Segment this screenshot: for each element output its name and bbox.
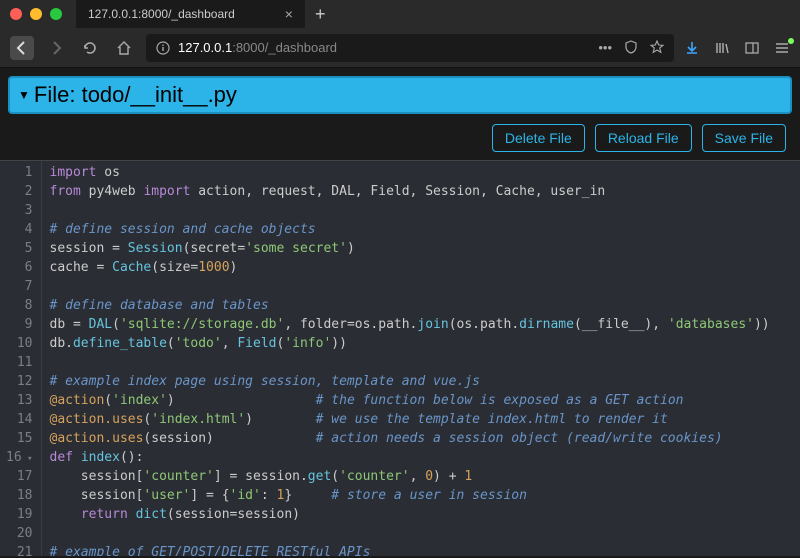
code-line[interactable]: def index(): <box>50 448 793 467</box>
line-number: 12 <box>6 372 33 391</box>
file-header-label: File: todo/__init__.py <box>34 82 237 108</box>
shield-icon[interactable] <box>624 40 638 55</box>
menu-badge <box>788 38 794 44</box>
file-header[interactable]: ▼ File: todo/__init__.py <box>8 76 792 114</box>
minimize-window-button[interactable] <box>30 8 42 20</box>
code-line[interactable]: from py4web import action, request, DAL,… <box>50 182 793 201</box>
line-number: 4 <box>6 220 33 239</box>
line-number: 1 <box>6 163 33 182</box>
window-controls <box>10 8 62 20</box>
line-number: 7 <box>6 277 33 296</box>
code-line[interactable]: @action.uses(session) # action needs a s… <box>50 429 793 448</box>
maximize-window-button[interactable] <box>50 8 62 20</box>
code-area[interactable]: import osfrom py4web import action, requ… <box>42 161 800 556</box>
line-number: 17 <box>6 467 33 486</box>
menu-icon[interactable] <box>774 40 790 56</box>
url-host: 127.0.0.1 <box>178 40 232 55</box>
back-button[interactable] <box>10 36 34 60</box>
code-line[interactable]: db = DAL('sqlite://storage.db', folder=o… <box>50 315 793 334</box>
code-line[interactable]: session['counter'] = session.get('counte… <box>50 467 793 486</box>
star-icon[interactable] <box>650 40 664 55</box>
reload-file-button[interactable]: Reload File <box>595 124 692 152</box>
code-line[interactable]: session = Session(secret='some secret') <box>50 239 793 258</box>
library-icon[interactable] <box>714 40 730 56</box>
site-info-icon[interactable] <box>156 41 170 55</box>
code-line[interactable] <box>50 524 793 543</box>
line-number: 19 <box>6 505 33 524</box>
more-icon[interactable]: ••• <box>598 40 612 55</box>
address-bar[interactable]: 127.0.0.1:8000/_dashboard ••• <box>146 34 674 62</box>
window-titlebar: 127.0.0.1:8000/_dashboard × + <box>0 0 800 28</box>
close-window-button[interactable] <box>10 8 22 20</box>
new-tab-button[interactable]: + <box>315 4 326 25</box>
line-number: 10 <box>6 334 33 353</box>
code-line[interactable]: # define database and tables <box>50 296 793 315</box>
code-line[interactable]: cache = Cache(size=1000) <box>50 258 793 277</box>
file-actions: Delete File Reload File Save File <box>0 122 800 160</box>
line-number: 20 <box>6 524 33 543</box>
code-line[interactable]: import os <box>50 163 793 182</box>
code-line[interactable]: # example index page using session, temp… <box>50 372 793 391</box>
line-number: 2 <box>6 182 33 201</box>
sidebar-icon[interactable] <box>744 40 760 56</box>
line-number: 6 <box>6 258 33 277</box>
code-line[interactable]: return dict(session=session) <box>50 505 793 524</box>
code-line[interactable]: db.define_table('todo', Field('info')) <box>50 334 793 353</box>
line-number: 8 <box>6 296 33 315</box>
line-number: 5 <box>6 239 33 258</box>
browser-toolbar: 127.0.0.1:8000/_dashboard ••• <box>0 28 800 68</box>
url-path: :8000/_dashboard <box>232 40 337 55</box>
code-line[interactable] <box>50 201 793 220</box>
line-number: 3 <box>6 201 33 220</box>
tab-close-icon[interactable]: × <box>285 6 293 22</box>
code-line[interactable]: session['user'] = {'id': 1} # store a us… <box>50 486 793 505</box>
code-line[interactable] <box>50 353 793 372</box>
line-number: 9 <box>6 315 33 334</box>
downloads-icon[interactable] <box>684 40 700 56</box>
url-text: 127.0.0.1:8000/_dashboard <box>178 40 337 55</box>
code-line[interactable]: @action.uses('index.html') # we use the … <box>50 410 793 429</box>
browser-tab[interactable]: 127.0.0.1:8000/_dashboard × <box>76 0 305 28</box>
code-line[interactable]: # define session and cache objects <box>50 220 793 239</box>
line-gutter: 1234567891011121314151617181920212223242… <box>0 161 42 556</box>
reload-button[interactable] <box>78 36 102 60</box>
line-number: 21 <box>6 543 33 556</box>
line-number: 15 <box>6 429 33 448</box>
code-line[interactable]: # example of GET/POST/DELETE RESTful API… <box>50 543 793 556</box>
code-line[interactable] <box>50 277 793 296</box>
tab-title: 127.0.0.1:8000/_dashboard <box>88 7 235 21</box>
code-editor[interactable]: 1234567891011121314151617181920212223242… <box>0 160 800 556</box>
line-number: 11 <box>6 353 33 372</box>
collapse-icon[interactable]: ▼ <box>18 88 30 102</box>
line-number: 18 <box>6 486 33 505</box>
line-number: 16 <box>6 448 33 467</box>
forward-button[interactable] <box>44 36 68 60</box>
code-line[interactable]: @action('index') # the function below is… <box>50 391 793 410</box>
save-file-button[interactable]: Save File <box>702 124 786 152</box>
line-number: 13 <box>6 391 33 410</box>
line-number: 14 <box>6 410 33 429</box>
delete-file-button[interactable]: Delete File <box>492 124 585 152</box>
toolbar-right-icons <box>684 40 790 56</box>
url-actions: ••• <box>598 40 664 55</box>
home-button[interactable] <box>112 36 136 60</box>
